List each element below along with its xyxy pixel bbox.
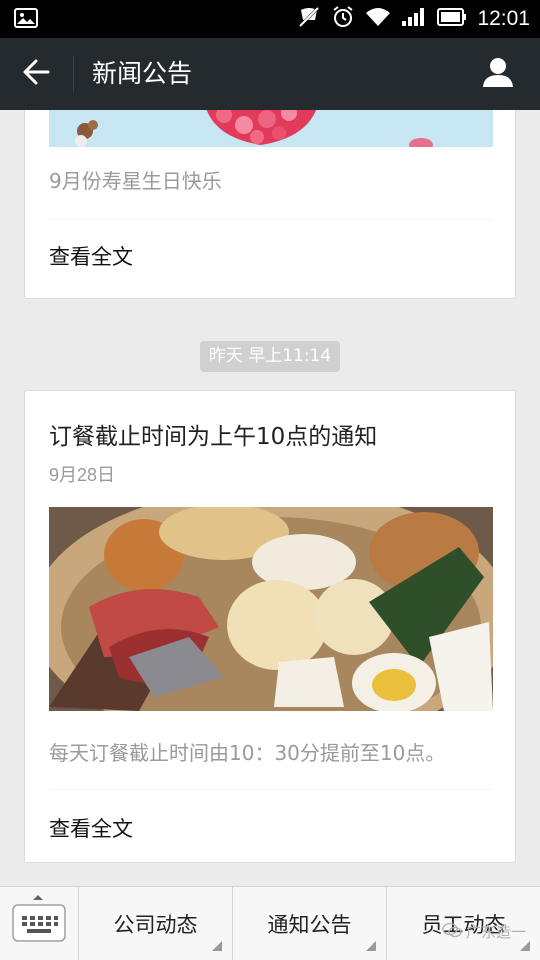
wifi-icon — [365, 7, 391, 31]
tab-company-news[interactable]: 公司动态 — [78, 887, 232, 960]
status-bar: 12:01 — [0, 0, 540, 38]
news-card[interactable]: 9月份寿星生日快乐 查看全文 — [24, 110, 516, 299]
back-button[interactable] — [12, 52, 60, 96]
tab-notices[interactable]: 通知公告 — [232, 887, 386, 960]
card-title: 订餐截止时间为上午10点的通知 — [49, 424, 378, 450]
card-date: 9月28日 — [49, 465, 116, 485]
tab-label: 通知公告 — [267, 913, 352, 937]
profile-button[interactable] — [478, 54, 518, 94]
read-more-link[interactable]: 查看全文 — [49, 241, 133, 271]
watermark: 广东造一 — [442, 921, 526, 942]
card-summary: 每天订餐截止时间由10：30分提前至10点。 — [49, 741, 446, 765]
title-divider — [73, 56, 74, 92]
submenu-indicator-icon — [520, 941, 530, 951]
alarm-icon — [331, 5, 355, 33]
submenu-indicator-icon — [366, 941, 376, 951]
card-summary: 9月份寿星生日快乐 — [49, 169, 222, 193]
watermark-text: 广东造一 — [465, 923, 526, 941]
keyboard-icon — [12, 902, 66, 946]
title-bar: 新闻公告 — [0, 38, 540, 110]
status-time: 12:01 — [477, 7, 530, 30]
card-divider — [49, 789, 491, 790]
tab-label: 公司动态 — [113, 913, 198, 937]
card-divider — [49, 219, 491, 220]
mute-icon — [297, 6, 321, 32]
card-image — [49, 507, 493, 711]
caret-up-icon — [33, 895, 43, 900]
bottom-menu: 公司动态 通知公告 员工动态 广东造一 — [0, 886, 540, 960]
read-more-link[interactable]: 查看全文 — [49, 813, 133, 843]
back-arrow-icon — [22, 59, 50, 89]
signal-icon — [401, 7, 427, 31]
news-feed[interactable]: 9月份寿星生日快乐 查看全文 昨天 早上11:14 订餐截止时间为上午10点的通… — [0, 110, 540, 886]
user-icon — [482, 56, 514, 92]
battery-icon — [437, 8, 467, 30]
news-card[interactable]: 订餐截止时间为上午10点的通知 9月28日 每天订餐截止时间由10：30分提前至… — [24, 390, 516, 863]
keyboard-toggle-button[interactable] — [0, 887, 78, 960]
wechat-icon — [442, 922, 462, 942]
card-image — [49, 110, 493, 147]
image-icon — [14, 8, 38, 28]
timestamp-badge: 昨天 早上11:14 — [200, 341, 340, 372]
submenu-indicator-icon — [212, 941, 222, 951]
page-title: 新闻公告 — [92, 59, 193, 88]
